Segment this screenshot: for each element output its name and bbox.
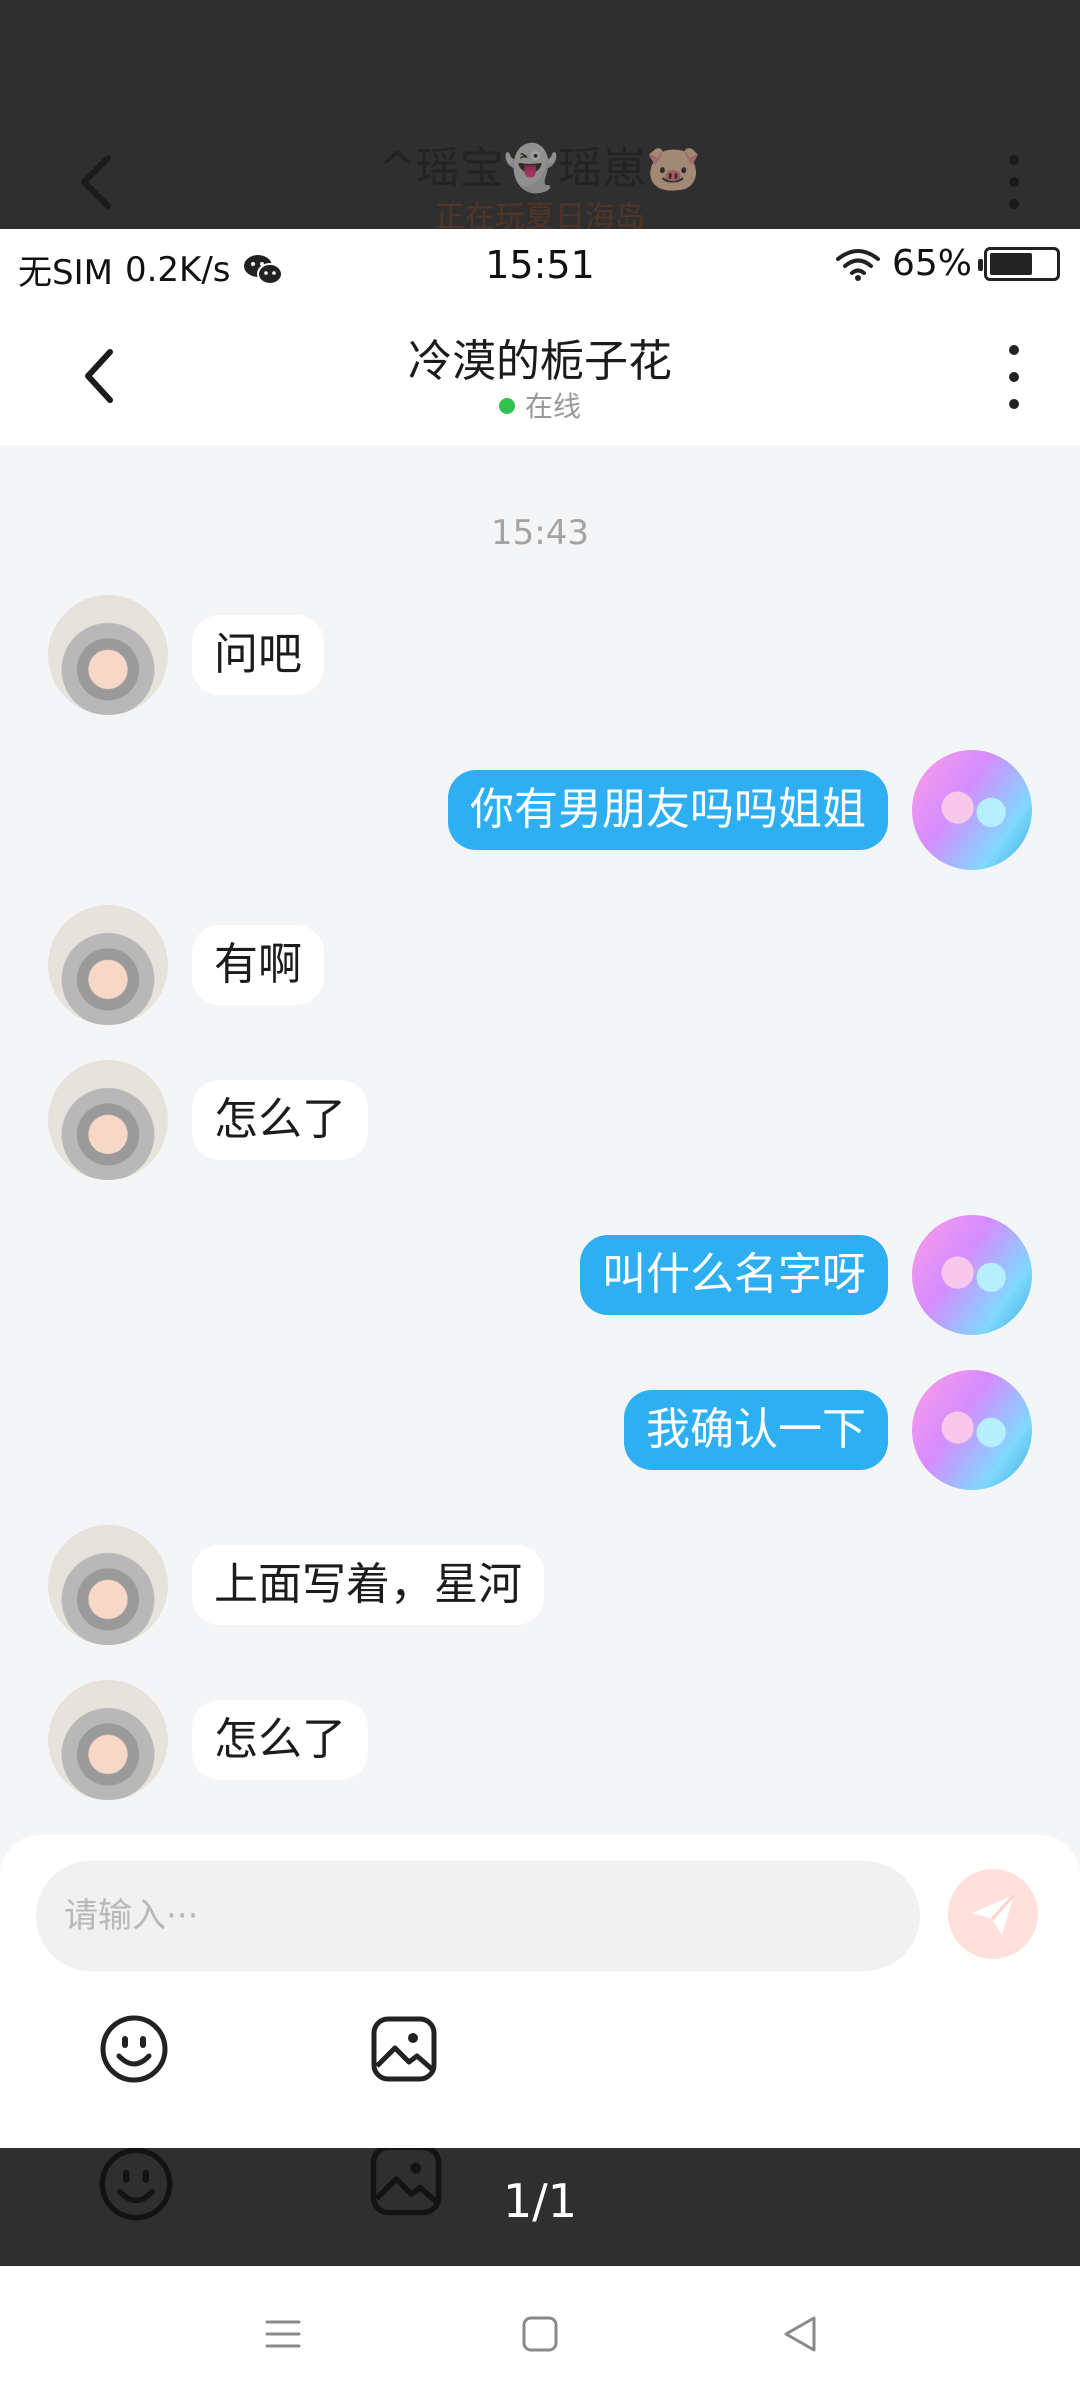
message-bubble[interactable]: 叫什么名字呀 xyxy=(580,1235,888,1315)
more-dot-icon xyxy=(1009,399,1019,409)
message-bubble[interactable]: 怎么了 xyxy=(192,1080,368,1160)
message-list[interactable]: 15:43 问吧 你有男朋友吗吗姐姐 有啊 怎么了 叫什么名字呀 我确认一下 上… xyxy=(0,445,1080,1835)
battery-percent: 65% xyxy=(891,243,972,284)
message-timestamp: 15:43 xyxy=(491,513,589,553)
background-subtitle: 正在玩夏日海岛 xyxy=(435,200,645,229)
contact-name: 冷漠的栀子花 xyxy=(408,336,672,387)
my-avatar[interactable] xyxy=(912,750,1032,870)
contact-avatar[interactable] xyxy=(48,905,168,1025)
contact-avatar[interactable] xyxy=(48,1060,168,1180)
message-input[interactable] xyxy=(36,1861,920,1971)
outgoing-message: 我确认一下 xyxy=(624,1370,1032,1490)
input-panel xyxy=(0,1835,1080,2148)
background-more-icon xyxy=(1009,155,1019,209)
menu-button[interactable] xyxy=(259,2310,307,2358)
status-right: 65% xyxy=(835,243,1060,284)
outgoing-message: 叫什么名字呀 xyxy=(580,1215,1032,1335)
send-button[interactable] xyxy=(948,1869,1038,1959)
incoming-message: 上面写着，星河 xyxy=(48,1525,544,1645)
send-icon xyxy=(972,1893,1016,1935)
incoming-message: 怎么了 xyxy=(48,1060,368,1180)
more-options-button[interactable] xyxy=(996,345,1032,409)
nav-back-button[interactable] xyxy=(776,2310,824,2358)
image-viewer-bar: 1/1 xyxy=(0,2148,1080,2266)
emoji-icon xyxy=(100,2015,168,2083)
my-avatar[interactable] xyxy=(912,1215,1032,1335)
battery-level xyxy=(990,252,1032,275)
outgoing-message: 你有男朋友吗吗姐姐 xyxy=(448,750,1032,870)
more-dot-icon xyxy=(1009,372,1019,382)
message-bubble[interactable]: 问吧 xyxy=(192,615,324,695)
incoming-message: 有啊 xyxy=(48,905,324,1025)
more-dot-icon xyxy=(1009,345,1019,355)
status-bar: 无SIM 0.2K/s 15:51 65% xyxy=(0,229,1080,305)
my-avatar[interactable] xyxy=(912,1370,1032,1490)
message-bubble[interactable]: 有啊 xyxy=(192,925,324,1005)
incoming-message: 问吧 xyxy=(48,595,324,715)
image-button[interactable] xyxy=(366,2011,442,2087)
home-button[interactable] xyxy=(516,2310,564,2358)
menu-icon xyxy=(265,2320,301,2348)
contact-avatar[interactable] xyxy=(48,595,168,715)
message-bubble[interactable]: 你有男朋友吗吗姐姐 xyxy=(448,770,888,850)
message-bubble[interactable]: 上面写着，星河 xyxy=(192,1545,544,1625)
online-dot-icon xyxy=(498,398,515,414)
back-icon xyxy=(784,2316,816,2352)
emoji-button[interactable] xyxy=(96,2011,172,2087)
background-title: ^瑶宝👻瑶崽🐷 xyxy=(378,143,702,194)
message-bubble[interactable]: 怎么了 xyxy=(192,1700,368,1780)
image-icon xyxy=(371,2016,437,2082)
system-nav-bar xyxy=(0,2266,1080,2400)
online-status-label: 在线 xyxy=(524,390,581,423)
contact-avatar[interactable] xyxy=(48,1525,168,1645)
contact-avatar[interactable] xyxy=(48,1680,168,1800)
background-header-overlay: ^瑶宝👻瑶崽🐷 正在玩夏日海岛 xyxy=(0,0,1080,229)
incoming-message: 怎么了 xyxy=(48,1680,368,1800)
page-indicator: 1/1 xyxy=(502,2174,578,2228)
battery-icon xyxy=(978,246,1060,281)
chat-header: 冷漠的栀子花 在线 xyxy=(0,305,1080,445)
message-bubble[interactable]: 我确认一下 xyxy=(624,1390,888,1470)
online-status: 在线 xyxy=(0,385,1080,425)
home-icon xyxy=(522,2316,558,2352)
wifi-icon xyxy=(835,248,880,281)
